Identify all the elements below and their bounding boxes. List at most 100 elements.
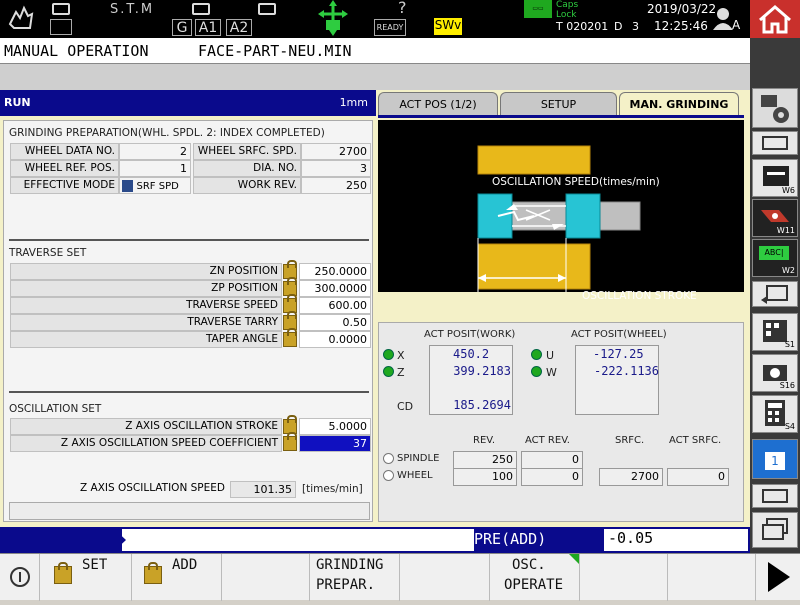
osc-stroke-value[interactable]: 5.0000 bbox=[299, 418, 371, 435]
program-name: FACE-PART-NEU.MIN bbox=[198, 42, 352, 60]
softkey-bar: SET ADD GRINDING PREPAR. OSC. OPERATE bbox=[0, 553, 800, 601]
tab-man-grinding[interactable]: MAN. GRINDING bbox=[619, 92, 739, 116]
operate-label: OPERATE bbox=[504, 577, 564, 593]
traverse-title: TRAVERSE SET bbox=[9, 247, 87, 259]
traverse-row-value[interactable]: 250.0000 bbox=[299, 263, 371, 280]
page-button[interactable]: 1 bbox=[752, 439, 798, 479]
date: 2019/03/22 bbox=[647, 2, 717, 16]
tab-setup[interactable]: SETUP bbox=[500, 92, 617, 116]
osc-speed-diagram-label: OSCILLATION SPEED(times/min) bbox=[492, 176, 660, 188]
capslock-label: Caps Lock bbox=[556, 0, 579, 20]
home-button[interactable] bbox=[750, 0, 800, 38]
traverse-row-value[interactable]: 0.50 bbox=[299, 314, 371, 331]
screen-switch-button[interactable] bbox=[752, 281, 798, 307]
display-icon bbox=[762, 489, 788, 503]
status-indicator-1 bbox=[50, 19, 72, 35]
set-label: SET bbox=[82, 557, 108, 573]
input-field[interactable]: -0.05 bbox=[604, 529, 748, 551]
w-value: -222.1136 bbox=[593, 364, 659, 378]
softkey-add[interactable]: ADD bbox=[132, 554, 222, 601]
w6-label: W6 bbox=[782, 186, 795, 195]
oscillation-diagram: OSCILLATION SPEED(times/min) OSCILLATION… bbox=[378, 120, 744, 302]
hand-icon[interactable] bbox=[6, 4, 36, 32]
header: MANUAL OPERATION FACE-PART-NEU.MIN bbox=[0, 38, 750, 64]
wheel-srfc-spd-value: 2700 bbox=[301, 143, 371, 160]
key-icon bbox=[10, 567, 30, 587]
osc-coef-value[interactable]: 37 bbox=[299, 435, 371, 452]
window-switch-button[interactable] bbox=[752, 512, 798, 548]
softkey-osc-operate[interactable]: OSC. OPERATE bbox=[490, 554, 580, 601]
softkey-empty-4[interactable] bbox=[668, 554, 756, 601]
coolant-icon bbox=[258, 3, 276, 15]
input-bar: PRE(ADD) -0.05 bbox=[0, 527, 750, 553]
cd-value: 185.2694 bbox=[453, 398, 511, 412]
lock-icon bbox=[54, 562, 72, 584]
wheel-data-no-label: WHEEL DATA NO. bbox=[10, 143, 119, 160]
w2-label: W2 bbox=[782, 266, 795, 275]
d-label: D bbox=[614, 20, 623, 33]
wheel-rev-value: 100 bbox=[453, 468, 517, 486]
spindle-radio[interactable] bbox=[383, 453, 394, 464]
act-rev-header: ACT REV. bbox=[525, 435, 570, 446]
window-w2-button[interactable]: ABC| W2 bbox=[752, 239, 798, 277]
tool-number: T 020201 bbox=[556, 20, 609, 33]
d-value: 3 bbox=[632, 20, 639, 33]
wheel-data-no-value: 2 bbox=[119, 143, 191, 160]
s1-label: S1 bbox=[784, 340, 795, 349]
effective-mode-value: SRF SPD bbox=[119, 177, 191, 194]
stm-label: S.T.M bbox=[110, 2, 155, 17]
settings-button[interactable] bbox=[752, 88, 798, 128]
user-letter: A bbox=[732, 18, 741, 32]
window-w11-button[interactable]: W11 bbox=[752, 199, 798, 237]
traverse-row-label: ZP POSITION bbox=[10, 280, 282, 297]
traverse-row-value[interactable]: 600.00 bbox=[299, 297, 371, 314]
window-s4-button[interactable]: S4 bbox=[752, 395, 798, 433]
capslock-indicator: ▭▭ bbox=[524, 0, 552, 18]
x-value: 450.2 bbox=[453, 347, 490, 361]
effective-mode-label: EFFECTIVE MODE bbox=[10, 177, 119, 194]
wheel-act-srfc-value: 0 bbox=[667, 468, 729, 486]
osc-stroke-diagram-label: OSCILLATION STROKE bbox=[582, 290, 697, 302]
act-posit-wheel-title: ACT POSIT(WHEEL) bbox=[571, 329, 667, 340]
window-s1-button[interactable]: S1 bbox=[752, 313, 798, 351]
wheel-act-rev-value: 0 bbox=[521, 468, 583, 486]
wheel-srfc-spd-label: WHEEL SRFC. SPD. bbox=[193, 143, 301, 160]
dia-no-value: 3 bbox=[301, 160, 371, 177]
window-s16-button[interactable]: S16 bbox=[752, 354, 798, 392]
settings-icon bbox=[761, 95, 789, 123]
u-label: U bbox=[546, 349, 555, 362]
w11-label: W11 bbox=[776, 226, 795, 235]
axis-move-icon bbox=[318, 0, 348, 36]
display-button-bottom[interactable] bbox=[752, 484, 798, 508]
softkey-next[interactable] bbox=[756, 554, 800, 601]
softkey-set[interactable]: SET bbox=[40, 554, 132, 601]
ready-badge: READY bbox=[374, 19, 406, 36]
input-history bbox=[122, 529, 474, 551]
softkey-grinding-prepar[interactable]: GRINDING PREPAR. bbox=[310, 554, 400, 601]
z-axis-led bbox=[383, 366, 394, 377]
window-w6-button[interactable]: W6 bbox=[752, 159, 798, 197]
softkey-empty-2[interactable] bbox=[400, 554, 490, 601]
tab-act-pos[interactable]: ACT POS (1/2) bbox=[378, 92, 498, 116]
osc-speed-unit: [times/min] bbox=[302, 483, 363, 495]
display-switch-button[interactable] bbox=[752, 131, 798, 155]
add-label: ADD bbox=[172, 557, 198, 573]
work-rev-label: WORK REV. bbox=[193, 177, 301, 194]
osc-stroke-label: Z AXIS OSCILLATION STROKE bbox=[10, 418, 282, 435]
grinding-prep-title: GRINDING PREPARATION(WHL. SPDL. 2: INDEX… bbox=[9, 127, 325, 139]
act-posit-work-title: ACT POSIT(WORK) bbox=[424, 329, 516, 340]
run-label: RUN bbox=[4, 96, 31, 109]
z-label: Z bbox=[397, 366, 405, 379]
osc-speed-value: 101.35 bbox=[230, 481, 296, 498]
abc-label: ABC| bbox=[759, 246, 789, 260]
traverse-row-value[interactable]: 0.0000 bbox=[299, 331, 371, 348]
softkey-empty-1[interactable] bbox=[222, 554, 310, 601]
lock-icon bbox=[144, 562, 162, 584]
traverse-row-label: TAPER ANGLE bbox=[10, 331, 282, 348]
traverse-row-value[interactable]: 300.0000 bbox=[299, 280, 371, 297]
rev-header: REV. bbox=[473, 435, 495, 446]
softkey-empty-3[interactable] bbox=[580, 554, 668, 601]
wheel-radio[interactable] bbox=[383, 470, 394, 481]
softkey-help[interactable] bbox=[0, 554, 40, 601]
user-icon[interactable]: A bbox=[712, 6, 742, 34]
